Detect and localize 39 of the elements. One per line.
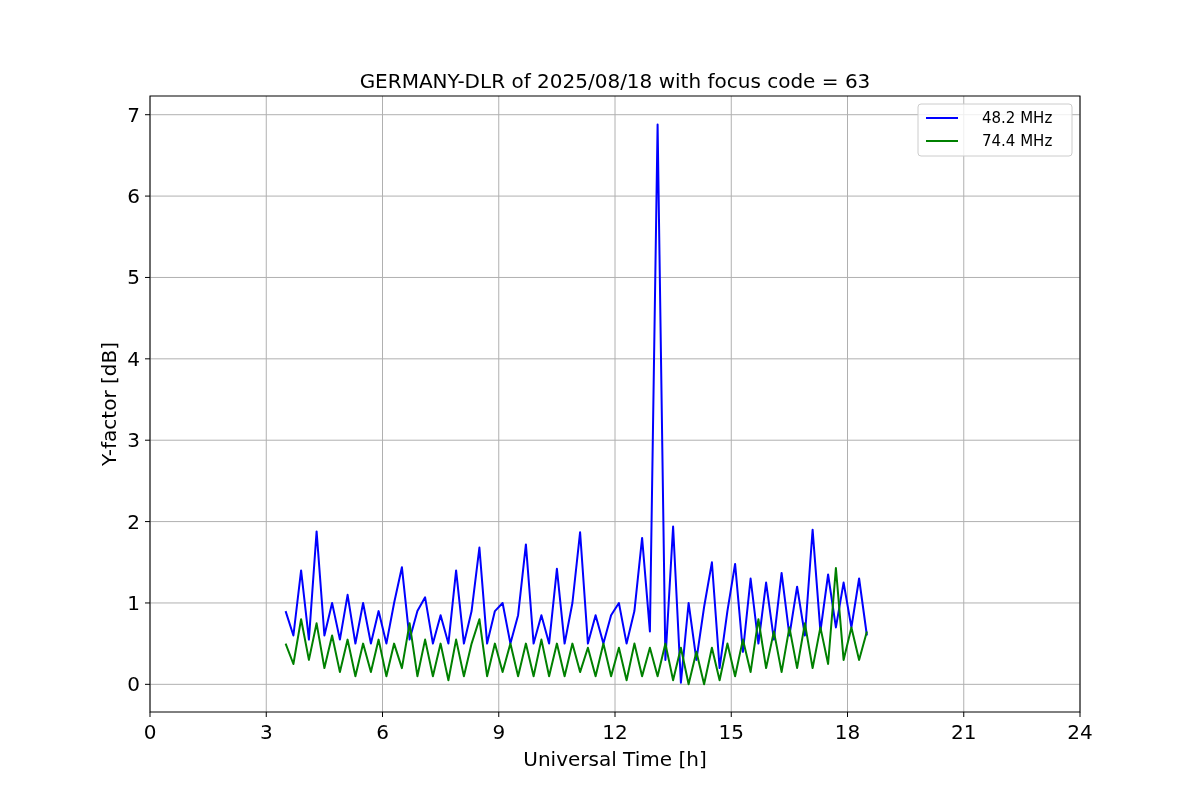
- tick-label: 12: [602, 720, 628, 744]
- tick-mark: [963, 711, 965, 718]
- tick-mark: [144, 439, 151, 441]
- tick-label: 3: [127, 428, 140, 453]
- tick-label: 18: [834, 720, 861, 744]
- tick-mark: [614, 711, 616, 718]
- legend-label: 48.2 MHz: [982, 109, 1053, 127]
- tick-label: 9: [492, 720, 506, 744]
- tick-label: 0: [127, 672, 140, 697]
- tick-label: 24: [1067, 720, 1093, 744]
- tick-mark: [144, 602, 151, 604]
- tick-label: 6: [127, 184, 140, 209]
- tick-label: 6: [376, 720, 389, 744]
- tick-label: 0: [143, 720, 157, 744]
- tick-mark: [382, 711, 383, 718]
- tick-mark: [265, 711, 267, 718]
- y-axis-label: Y-factor [dB]: [97, 342, 121, 466]
- tick-mark: [144, 683, 151, 685]
- tick-mark: [144, 195, 151, 197]
- tick-label: 1: [127, 590, 140, 615]
- tick-mark: [847, 711, 848, 718]
- tick-mark: [498, 711, 500, 718]
- tick-label: 4: [127, 346, 140, 371]
- tick-label: 15: [718, 720, 744, 744]
- chart-title: GERMANY-DLR of 2025/08/18 with focus code = 63: [359, 69, 871, 93]
- tick-label: 2: [127, 509, 140, 534]
- tick-mark: [144, 276, 151, 278]
- tick-mark: [144, 358, 151, 360]
- x-axis-label: Universal Time [h]: [523, 747, 707, 771]
- tick-label: 3: [259, 720, 273, 744]
- legend-label: 74.4 MHz: [982, 132, 1053, 150]
- tick-label: 21: [951, 720, 977, 744]
- tick-mark: [144, 521, 151, 523]
- tick-label: 7: [127, 102, 140, 127]
- tick-mark: [1079, 711, 1081, 718]
- tick-mark: [149, 711, 151, 718]
- tick-label: 5: [127, 265, 140, 290]
- tick-mark: [144, 114, 151, 116]
- tick-mark: [730, 711, 732, 718]
